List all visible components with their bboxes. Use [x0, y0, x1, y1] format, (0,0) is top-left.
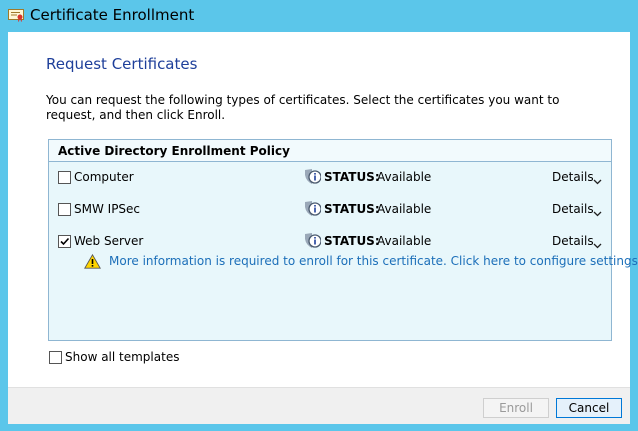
certificate-name: SMW IPSec: [74, 202, 141, 216]
web-server-checkbox[interactable]: [58, 235, 71, 248]
dialog-footer: Enroll Cancel: [8, 387, 630, 424]
certificate-icon: [8, 8, 24, 22]
show-all-templates-label[interactable]: Show all templates: [65, 350, 179, 364]
checkmark-icon: [60, 237, 70, 246]
certificate-name: Web Server: [74, 234, 144, 248]
dialog-body: Request Certificates You can request the…: [8, 32, 638, 424]
page-heading: Request Certificates: [46, 55, 198, 73]
intro-text: You can request the following types of c…: [46, 93, 560, 122]
enrollment-policy-panel: Active Directory Enrollment Policy Compu…: [48, 139, 638, 341]
chevron-down-icon[interactable]: [593, 206, 602, 217]
status-label: STATUS:: [324, 202, 380, 216]
status-value: Available: [377, 170, 432, 184]
chevron-down-icon[interactable]: [593, 174, 602, 185]
certificate-name: Computer: [74, 170, 134, 184]
details-link[interactable]: Details: [552, 202, 594, 216]
status-label: STATUS:: [324, 170, 380, 184]
details-link[interactable]: Details: [552, 170, 594, 184]
enroll-button[interactable]: Enroll: [483, 398, 549, 418]
show-all-templates-checkbox[interactable]: [49, 351, 62, 364]
info-shield-icon: [303, 169, 322, 185]
certificate-row-web-server: Web Server STATUS: Available Details: [49, 232, 611, 254]
cancel-button[interactable]: Cancel: [556, 398, 622, 418]
policy-header: Active Directory Enrollment Policy: [49, 140, 611, 162]
title-bar[interactable]: Certificate Enrollment: [0, 0, 638, 32]
status-label: STATUS:: [324, 234, 380, 248]
computer-checkbox[interactable]: [58, 171, 71, 184]
info-shield-icon: [303, 201, 322, 217]
status-value: Available: [377, 202, 432, 216]
info-shield-icon: [303, 233, 322, 249]
window-title: Certificate Enrollment: [30, 6, 195, 24]
certificate-row-smw-ipsec: SMW IPSec STATUS: Available Details: [49, 200, 611, 222]
policy-title: Active Directory Enrollment Policy: [58, 144, 290, 158]
warning-icon: [84, 253, 101, 269]
chevron-down-icon[interactable]: [593, 238, 602, 249]
smw-ipsec-checkbox[interactable]: [58, 203, 71, 216]
status-value: Available: [377, 234, 432, 248]
configure-settings-link[interactable]: More information is required to enroll f…: [109, 254, 638, 268]
certificate-row-computer: Computer STATUS: Available Details: [49, 168, 611, 190]
details-link[interactable]: Details: [552, 234, 594, 248]
